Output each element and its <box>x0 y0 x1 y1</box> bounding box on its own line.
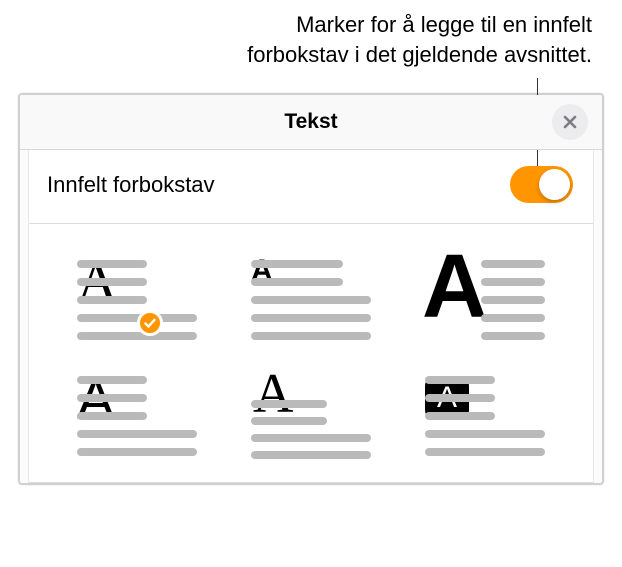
close-icon <box>562 114 578 130</box>
panel-content: Innfelt forbokstav A <box>28 150 594 483</box>
dropcap-option-2[interactable]: A <box>233 260 389 340</box>
dropcap-style-grid: A A <box>29 224 593 483</box>
dropcap-reversed-box-icon: A <box>425 376 545 456</box>
annotation-caption: Marker for å legge til en innfelt forbok… <box>0 0 622 75</box>
dropcap-option-5[interactable]: A <box>233 376 389 456</box>
dropcap-bold-2line-icon: A <box>251 260 371 340</box>
dropcap-toggle-label: Innfelt forbokstav <box>47 172 215 198</box>
dropcap-raised-serif-icon: A <box>251 376 371 456</box>
caption-line-1: Marker for å legge til en innfelt <box>296 12 592 37</box>
switch-knob <box>539 169 570 200</box>
dropcap-option-3[interactable]: A <box>407 260 563 340</box>
dropcap-option-4[interactable]: A <box>59 376 215 456</box>
dropcap-serif-3line-icon: A <box>77 260 197 340</box>
dropcap-toggle-switch[interactable] <box>510 166 573 203</box>
caption-line-2: forbokstav i det gjeldende avsnittet. <box>247 42 592 67</box>
dropcap-option-1[interactable]: A <box>59 260 215 340</box>
dropcap-heavy-5line-icon: A <box>425 260 545 340</box>
dropcap-sans-3line-icon: A <box>77 376 197 456</box>
close-button[interactable] <box>552 104 588 140</box>
dropcap-option-6[interactable]: A <box>407 376 563 456</box>
dropcap-toggle-row: Innfelt forbokstav <box>29 150 593 224</box>
text-format-panel: Tekst Innfelt forbokstav A <box>18 93 604 485</box>
check-icon <box>143 316 157 330</box>
panel-title: Tekst <box>284 110 337 134</box>
panel-header: Tekst <box>20 95 602 150</box>
